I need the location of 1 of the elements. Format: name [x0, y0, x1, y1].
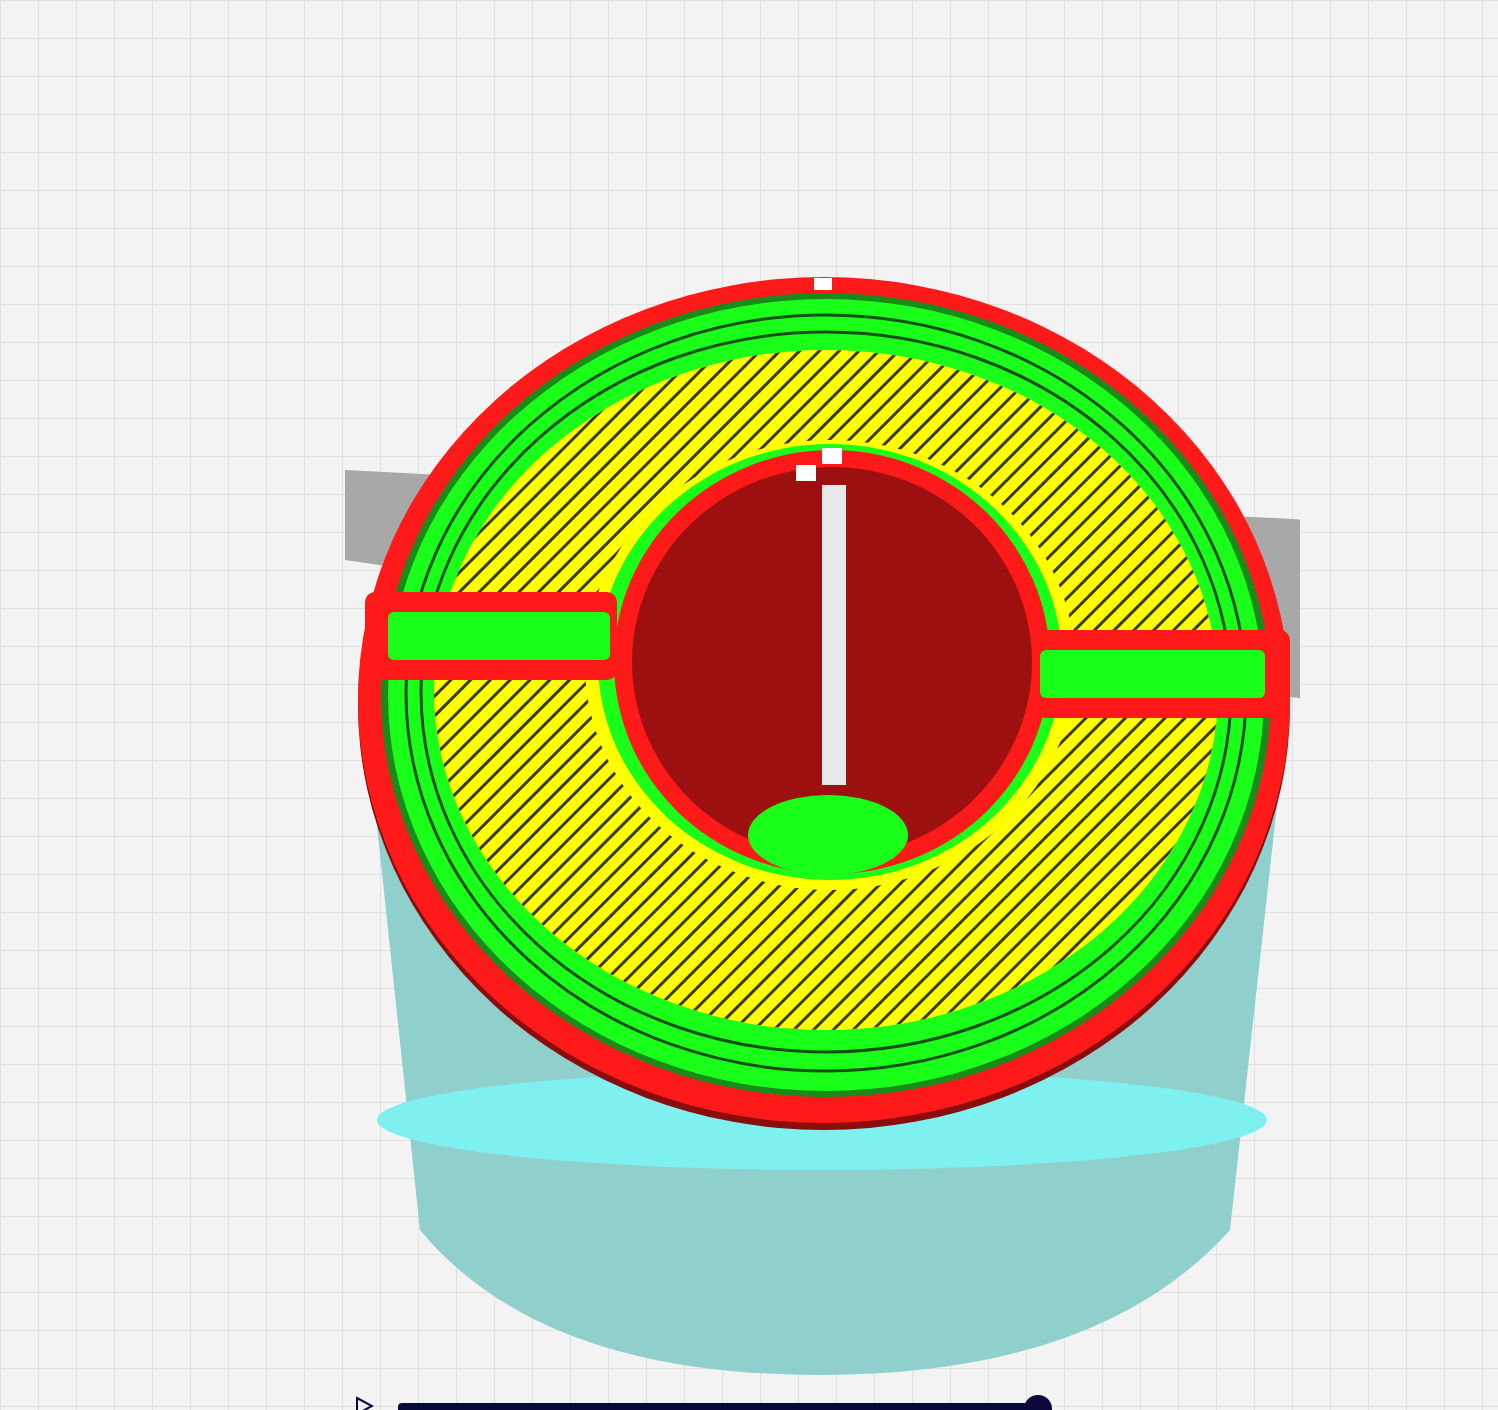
play-icon[interactable]	[354, 1396, 374, 1410]
